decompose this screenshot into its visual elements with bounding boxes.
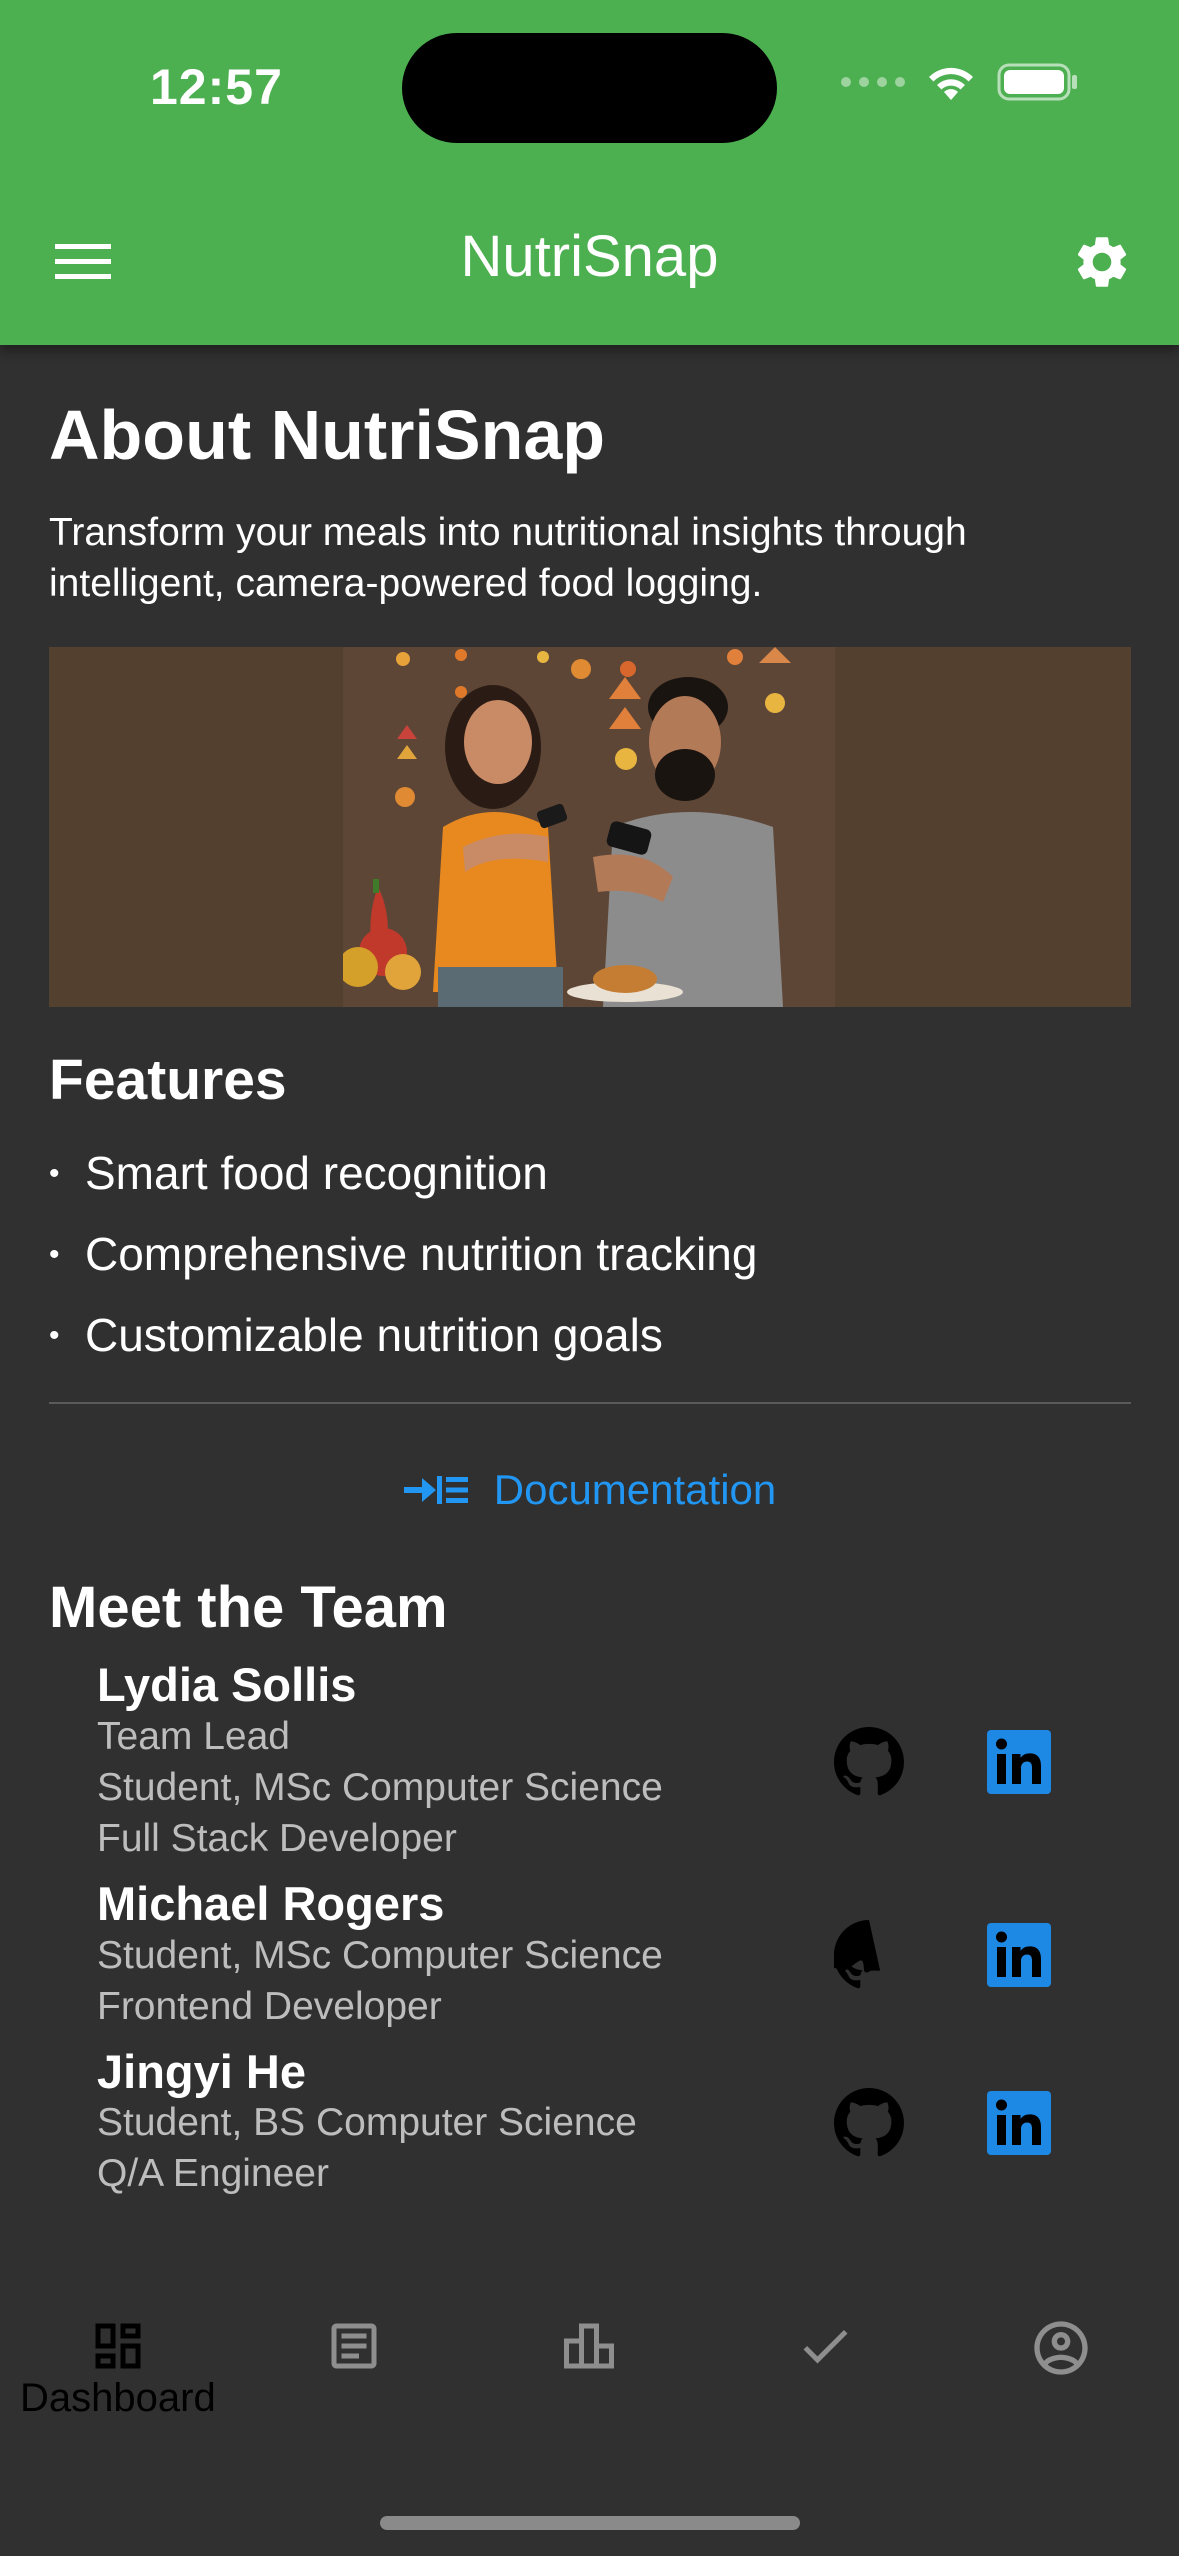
check-icon [803,2329,848,2364]
feature-text: Customizable nutrition goals [85,1309,663,1362]
team-member: Michael Rogers Student, MSc Computer Sci… [49,1878,1131,2032]
page-title: About NutriSnap [49,396,606,474]
feature-item: • Customizable nutrition goals [49,1295,1131,1376]
app-header: 12:57 NutriSnap [0,0,1179,345]
feature-text: Comprehensive nutrition tracking [85,1228,758,1281]
team-member: Jingyi He Student, BS Computer Science Q… [49,2046,1131,2200]
team-list: Lydia Sollis Team Lead Student, MSc Comp… [49,1659,1131,2199]
github-icon [834,1919,881,1989]
settings-button[interactable] [1065,225,1139,299]
linkedin-icon [987,1729,1051,1794]
section-divider [49,1402,1131,1405]
feature-text: Smart food recognition [85,1147,548,1200]
gear-icon [1077,237,1127,287]
nav-dashboard[interactable]: Dashboard [0,2266,236,2466]
about-description: Transform your meals into nutritional in… [49,511,967,605]
linkedin-link[interactable] [982,2086,1056,2160]
bar-chart-icon [564,2323,615,2369]
status-icons [841,62,1079,102]
hero-image [49,647,1131,1008]
member-links [832,1878,1056,2032]
profile-icon [1034,2321,1088,2375]
github-link[interactable] [832,1918,906,1992]
nav-label: Dashboard [20,2376,216,2420]
github-link[interactable] [832,1725,906,1799]
app-bar: NutriSnap [0,195,1179,325]
nav-goals[interactable] [707,2266,943,2466]
github-link[interactable] [832,2086,906,2160]
about-page: About NutriSnap Transform your meals int… [49,345,1131,2213]
linkedin-icon [987,1922,1051,1987]
battery-icon [997,63,1077,101]
linkedin-icon [987,2090,1051,2155]
member-links [832,1659,1056,1864]
github-icon [834,2087,904,2156]
cellular-signal-icon [841,77,905,87]
home-indicator [380,2516,800,2530]
nav-log[interactable] [236,2266,472,2466]
feature-list: • Smart food recognition • Comprehensive n… [49,1133,1131,1376]
linkedin-link[interactable] [982,1918,1056,1992]
team-member: Lydia Sollis Team Lead Student, MSc Comp… [49,1659,1131,1864]
app-title: NutriSnap [460,224,719,289]
team-heading: Meet the Team [49,1575,448,1641]
bottom-navigation: Dashboard [0,2266,1179,2466]
features-heading: Features [49,1048,287,1113]
nav-profile[interactable] [943,2266,1179,2466]
bullet-icon: • [49,1157,60,1191]
member-links [832,2046,1056,2200]
status-time: 12:57 [150,59,283,115]
bullet-icon: • [49,1238,60,1272]
wifi-icon [929,67,973,100]
hero-illustration [343,647,835,1008]
log-icon [331,2323,377,2369]
dynamic-island [402,33,777,143]
github-icon [834,1726,904,1795]
documentation-label: Documentation [493,1466,777,1514]
feature-item: • Smart food recognition [49,1133,1131,1214]
arrow-into-list-icon [403,1476,468,1505]
nav-stats[interactable] [472,2266,708,2466]
bullet-icon: • [49,1319,60,1353]
dashboard-icon [95,2323,141,2369]
linkedin-link[interactable] [982,1725,1056,1799]
documentation-link[interactable]: Documentation [49,1466,1131,1514]
feature-item: • Comprehensive nutrition tracking [49,1214,1131,1295]
